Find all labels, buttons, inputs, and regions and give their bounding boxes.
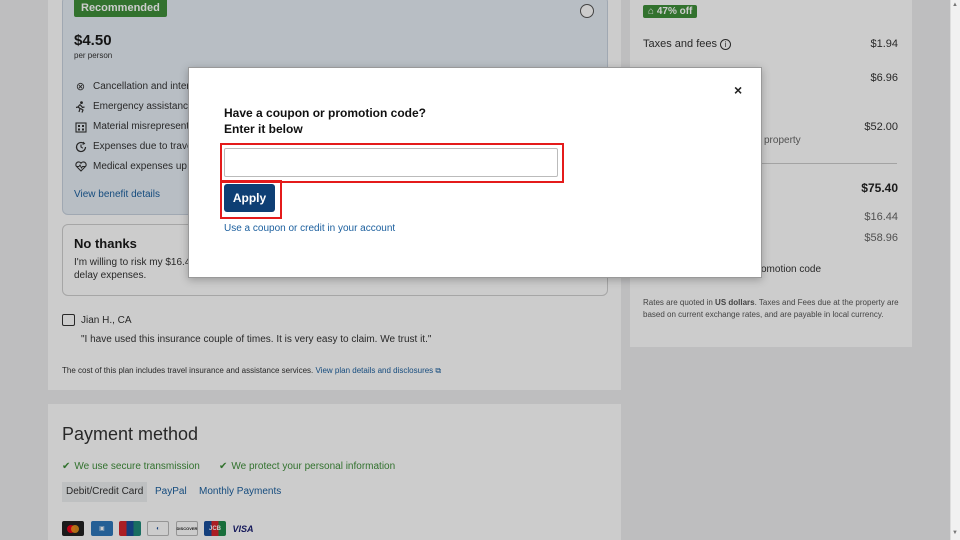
coupon-code-input[interactable]: [224, 148, 558, 177]
coupon-modal: × Have a coupon or promotion code? Enter…: [188, 67, 762, 278]
close-icon[interactable]: ×: [734, 82, 742, 98]
apply-button[interactable]: Apply: [224, 184, 275, 212]
page-scrollbar[interactable]: [950, 0, 960, 540]
scroll-up-icon[interactable]: ▲: [952, 2, 958, 8]
modal-title: Have a coupon or promotion code? Enter i…: [224, 106, 427, 136]
scroll-down-icon[interactable]: ▼: [952, 530, 958, 536]
use-coupon-credit-link[interactable]: Use a coupon or credit in your account: [224, 223, 395, 234]
